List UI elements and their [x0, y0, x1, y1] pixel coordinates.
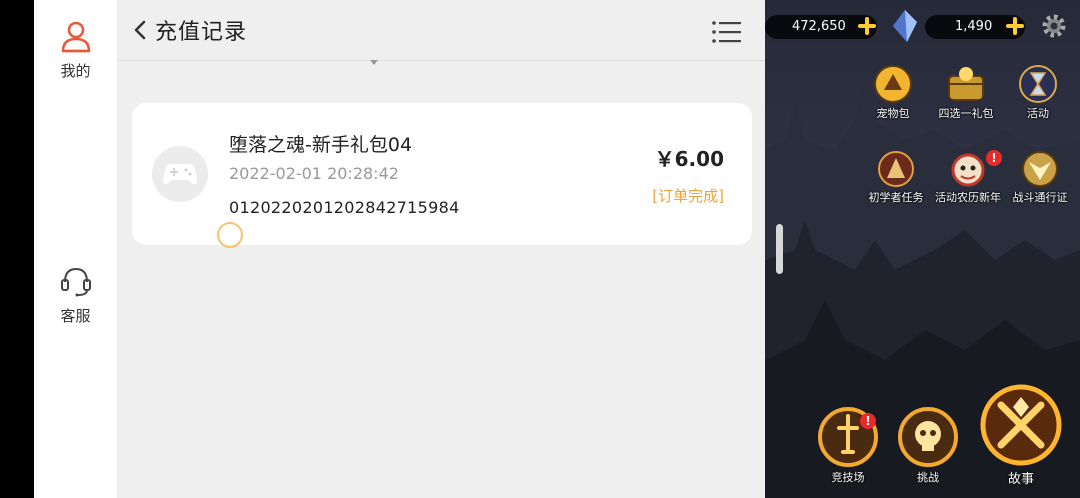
quest-icon — [878, 151, 914, 187]
order-time: 2022-02-01 20:28:42 — [229, 164, 399, 183]
arena-alert-badge: ! — [860, 413, 876, 429]
sidebar-item-service[interactable]: 客服 — [34, 263, 117, 326]
story-label: 故事 — [1007, 472, 1034, 487]
dropdown-indicator-icon — [370, 60, 378, 65]
product-name: 堕落之魂-新手礼包04 — [229, 134, 413, 156]
scroll-handle[interactable] — [776, 224, 783, 274]
currency-bar: 472,650 1,490 — [765, 10, 1080, 44]
beginner-quest-label: 初学者任务 — [868, 191, 924, 204]
gold-amount: 472,650 — [792, 19, 846, 34]
settings-gear-icon[interactable] — [1040, 12, 1068, 40]
gamepad-icon — [162, 164, 198, 185]
story-crossed-swords-icon — [980, 384, 1062, 466]
pet-pack-button[interactable]: 宠物包 — [863, 64, 923, 121]
events-label: 活动 — [1027, 107, 1049, 120]
skull-icon — [898, 407, 958, 467]
lunar-new-year-label: 活动农历新年 — [935, 191, 1001, 204]
order-price: ￥6.00 — [654, 147, 724, 171]
pet-pack-label: 宠物包 — [876, 107, 910, 120]
challenge-label: 挑战 — [917, 471, 939, 484]
lion-dance-icon — [951, 153, 985, 187]
headset-icon — [60, 267, 91, 297]
user-icon — [61, 21, 90, 53]
story-button[interactable]: 故事 — [975, 383, 1067, 487]
list-menu-icon[interactable] — [711, 18, 743, 46]
sidebar-item-label: 客服 — [60, 307, 91, 325]
recharge-records-panel: 充值记录 堕落之魂-新手礼包04 2022-02-01 20:28:42 012… — [117, 0, 765, 498]
treasure-chest-icon — [948, 67, 984, 101]
sidebar-item-label: 我的 — [60, 62, 91, 80]
battle-pass-button[interactable]: 战斗通行证 — [1008, 150, 1072, 205]
screen-edge — [0, 0, 34, 498]
game-view: 472,650 1,490 宠物包 四选一礼包 活动 初学者任务 活动农历新年 … — [765, 0, 1080, 498]
battle-pass-label: 战斗通行证 — [1012, 191, 1068, 204]
product-avatar — [152, 146, 208, 202]
pet-icon — [874, 65, 912, 103]
challenge-button[interactable]: 挑战 — [895, 406, 961, 485]
page-title: 充值记录 — [155, 20, 248, 45]
battle-pass-icon — [1022, 151, 1058, 187]
beginner-quest-button[interactable]: 初学者任务 — [863, 150, 929, 205]
hourglass-icon — [1019, 65, 1057, 103]
order-id: 012022020120284271598​4 — [229, 198, 460, 217]
new-year-alert-badge: ! — [986, 150, 1002, 166]
gem-amount: 1,490 — [955, 19, 993, 34]
touch-indicator — [217, 222, 243, 248]
arena-label: 竞技场 — [831, 471, 865, 484]
back-button[interactable] — [125, 14, 155, 46]
order-status: [订单完成] — [652, 187, 724, 205]
events-button[interactable]: 活动 — [1010, 64, 1066, 121]
top-bar: 充值记录 — [117, 0, 765, 61]
pick-one-pack-label: 四选一礼包 — [938, 107, 994, 120]
crystal-icon — [893, 10, 917, 42]
sidebar-item-mine[interactable]: 我的 — [34, 18, 117, 81]
add-gem-button[interactable] — [1005, 16, 1025, 36]
sidebar: 我的 客服 — [34, 0, 117, 498]
add-gold-button[interactable] — [857, 16, 877, 36]
pick-one-pack-button[interactable]: 四选一礼包 — [930, 64, 1002, 121]
